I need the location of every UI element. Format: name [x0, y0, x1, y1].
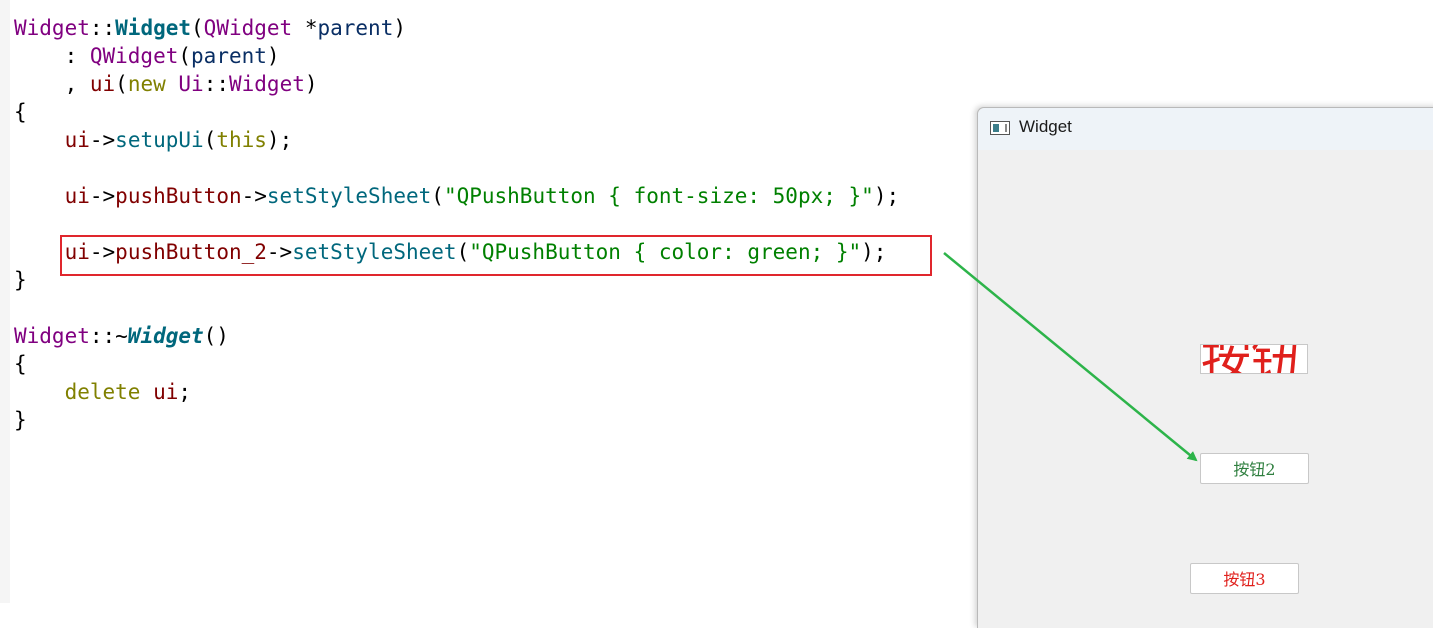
code-text[interactable]: Widget::Widget(QWidget *parent) : QWidge…: [14, 14, 899, 434]
code-token: Widget: [14, 16, 90, 40]
code-token: ui: [64, 128, 90, 152]
code-token: ->: [89, 184, 116, 208]
code-token: ): [266, 44, 280, 68]
code-token: ): [304, 72, 318, 96]
code-token: new: [127, 72, 166, 96]
code-token: Widget: [115, 16, 192, 40]
code-token: this: [216, 128, 267, 152]
window-titlebar[interactable]: Widget: [978, 108, 1433, 150]
push-button-1-label: 按钮1: [1201, 344, 1307, 374]
code-token: {: [14, 352, 27, 376]
code-token: (: [191, 16, 204, 40]
code-token: (: [431, 184, 444, 208]
code-line: ui->pushButton->setStyleSheet("QPushButt…: [14, 182, 900, 210]
code-token: ): [393, 16, 406, 40]
window-title: Widget: [1019, 117, 1072, 136]
code-line: {: [14, 98, 899, 126]
code-token: ;: [178, 380, 192, 404]
code-token: );: [873, 184, 900, 208]
code-token: Ui: [178, 72, 204, 96]
code-token: *: [292, 16, 318, 40]
code-token: Widget: [14, 324, 90, 348]
code-token: ::~: [89, 324, 128, 348]
code-token: {: [14, 100, 27, 124]
code-token: parent: [191, 44, 267, 68]
code-line: }: [14, 406, 899, 434]
code-token: QWidget: [203, 16, 293, 40]
code-line: , ui(new Ui::Widget): [14, 70, 899, 98]
push-button-1[interactable]: 按钮1: [1200, 344, 1308, 374]
code-token: ->: [241, 184, 267, 208]
code-token: delete: [64, 380, 141, 404]
code-token: (: [178, 44, 192, 68]
push-button-3[interactable]: 按钮3: [1190, 563, 1299, 594]
editor-gutter: [0, 0, 10, 603]
code-line: {: [14, 350, 899, 378]
code-token: }: [14, 268, 27, 292]
code-token: ->: [89, 128, 116, 152]
code-token: "QPushButton { font-size: 50px; }": [443, 184, 874, 208]
code-token: (: [115, 72, 128, 96]
widget-window[interactable]: Widget 按钮1 按钮2 按钮3: [977, 107, 1433, 628]
code-token: (: [203, 128, 217, 152]
highlight-box: [60, 235, 932, 276]
code-line: : QWidget(parent): [14, 42, 899, 70]
code-token: ui: [89, 72, 116, 96]
code-token: (): [203, 324, 229, 348]
code-token: Widget: [229, 72, 305, 96]
code-token: QWidget: [89, 44, 179, 68]
code-token: pushButton: [115, 184, 242, 208]
code-token: ui: [64, 184, 90, 208]
code-line: Widget::~Widget(): [14, 322, 899, 350]
code-line: delete ui;: [14, 378, 899, 406]
code-token: ::: [89, 16, 116, 40]
code-token: ::: [203, 72, 229, 96]
code-token: Widget: [127, 324, 204, 348]
code-token: setupUi: [115, 128, 204, 152]
code-token: ui: [153, 380, 179, 404]
window-app-icon: [990, 121, 1010, 135]
code-token: setStyleSheet: [266, 184, 432, 208]
code-line: Widget::Widget(QWidget *parent): [14, 14, 899, 42]
code-line: ui->setupUi(this);: [14, 126, 899, 154]
code-token: parent: [317, 16, 394, 40]
code-token: :: [14, 44, 90, 68]
code-token: ,: [14, 72, 90, 96]
code-token: );: [266, 128, 293, 152]
push-button-2[interactable]: 按钮2: [1200, 453, 1309, 484]
code-token: }: [14, 408, 27, 432]
